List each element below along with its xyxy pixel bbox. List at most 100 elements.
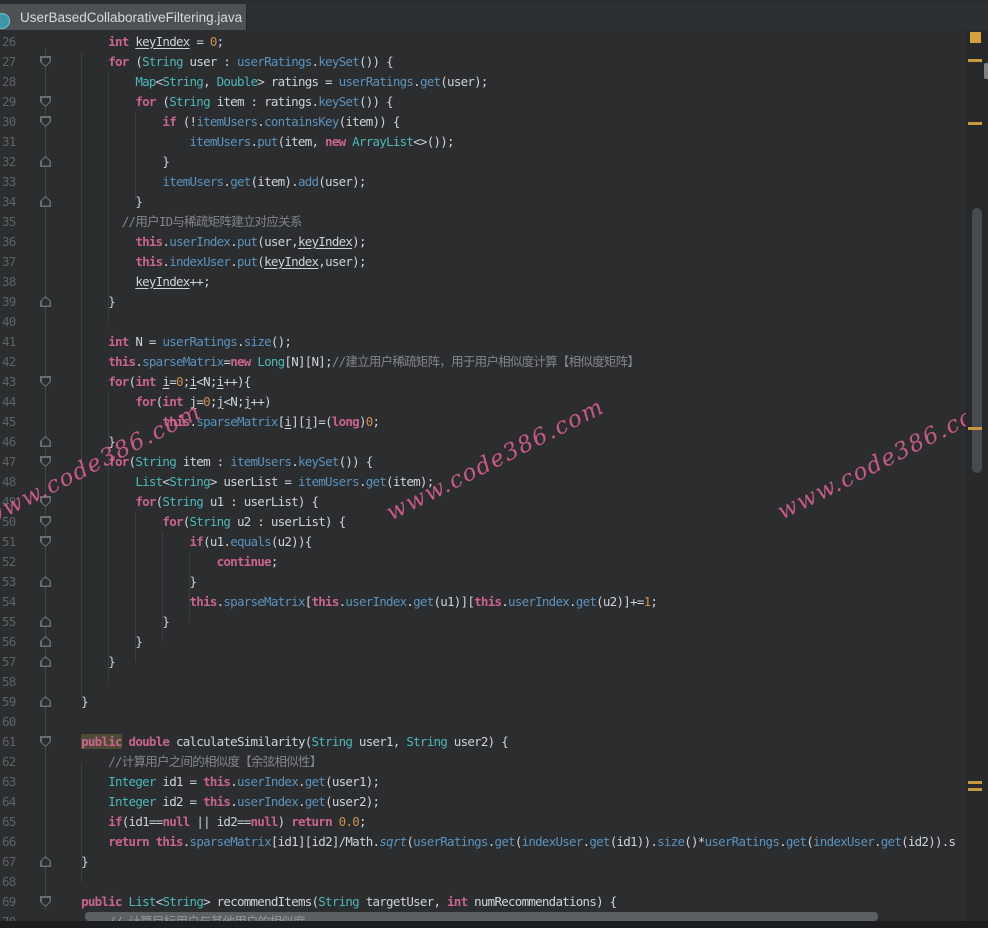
line-number[interactable]: 32	[2, 152, 16, 172]
code-line[interactable]: for(int j=0;j<N;j++)	[54, 392, 271, 412]
code-line[interactable]: for (String item : ratings.keySet()) {	[54, 92, 393, 112]
warning-stripe-mark[interactable]	[968, 781, 982, 784]
line-number[interactable]: 38	[2, 272, 16, 292]
line-number[interactable]: 40	[2, 312, 16, 332]
code-line[interactable]: this.sparseMatrix[i][j]=(long)0;	[54, 412, 379, 432]
fold-end-icon[interactable]	[40, 576, 51, 587]
code-line[interactable]: itemUsers.get(item).add(user);	[54, 172, 366, 192]
line-number[interactable]: 50	[2, 512, 16, 532]
code-line[interactable]: for(int i=0;i<N;i++){	[54, 372, 251, 392]
line-number[interactable]: 53	[2, 572, 16, 592]
line-number[interactable]: 48	[2, 472, 16, 492]
code-line[interactable]: return this.sparseMatrix[id1][id2]/Math.…	[54, 832, 955, 852]
inspections-indicator-square[interactable]	[970, 32, 981, 43]
code-line[interactable]: //用户ID与稀疏矩阵建立对应关系	[54, 212, 302, 232]
code-line[interactable]: Integer id2 = this.userIndex.get(user2);	[54, 792, 379, 812]
code-line[interactable]: this.indexUser.put(keyIndex,user);	[54, 252, 366, 272]
tab-userbasedcollaborativefiltering[interactable]: UserBasedCollaborativeFiltering.java ×	[0, 4, 246, 30]
line-number[interactable]: 55	[2, 612, 16, 632]
fold-end-icon[interactable]	[40, 636, 51, 647]
code-line[interactable]: }	[54, 632, 142, 652]
fold-end-icon[interactable]	[40, 616, 51, 627]
code-line[interactable]: public List<String> recommendItems(Strin…	[54, 892, 616, 912]
code-line[interactable]: }	[54, 612, 169, 632]
line-number[interactable]: 31	[2, 132, 16, 152]
error-stripe[interactable]	[966, 30, 988, 928]
code-line[interactable]: }	[54, 292, 115, 312]
line-number[interactable]: 46	[2, 432, 16, 452]
code-line[interactable]: itemUsers.put(item, new ArrayList<>());	[54, 132, 454, 152]
mini-scrollbar-thumb[interactable]	[984, 63, 988, 79]
code-line[interactable]: this.sparseMatrix[this.userIndex.get(u1)…	[54, 592, 657, 612]
fold-end-icon[interactable]	[40, 156, 51, 167]
code-line[interactable]: Integer id1 = this.userIndex.get(user1);	[54, 772, 379, 792]
line-number[interactable]: 44	[2, 392, 16, 412]
code-line[interactable]: for(String item : itemUsers.keySet()) {	[54, 452, 373, 472]
fold-collapse-icon[interactable]	[40, 116, 51, 127]
line-number[interactable]: 56	[2, 632, 16, 652]
fold-collapse-icon[interactable]	[40, 536, 51, 547]
fold-collapse-icon[interactable]	[40, 736, 51, 747]
line-number[interactable]: 65	[2, 812, 16, 832]
fold-collapse-icon[interactable]	[40, 896, 51, 907]
line-number[interactable]: 58	[2, 672, 16, 692]
warning-stripe-mark[interactable]	[968, 788, 982, 791]
line-number[interactable]: 67	[2, 852, 16, 872]
line-number[interactable]: 30	[2, 112, 16, 132]
code-line[interactable]: }	[54, 692, 88, 712]
line-number[interactable]: 39	[2, 292, 16, 312]
line-number[interactable]: 61	[2, 732, 16, 752]
code-line[interactable]: int N = userRatings.size();	[54, 332, 291, 352]
line-number[interactable]: 54	[2, 592, 16, 612]
line-number[interactable]: 47	[2, 452, 16, 472]
line-number[interactable]: 64	[2, 792, 16, 812]
line-number[interactable]: 52	[2, 552, 16, 572]
code-line[interactable]: }	[54, 192, 142, 212]
code-line[interactable]: continue;	[54, 552, 278, 572]
code-line[interactable]: }	[54, 572, 196, 592]
fold-collapse-icon[interactable]	[40, 56, 51, 67]
line-number[interactable]: 36	[2, 232, 16, 252]
fold-collapse-icon[interactable]	[40, 496, 51, 507]
horizontal-scrollbar-thumb[interactable]	[85, 912, 878, 921]
code-line[interactable]: //计算用户之间的相似度【余弦相似性】	[54, 752, 322, 772]
line-number[interactable]: 26	[2, 32, 16, 52]
code-line[interactable]: this.userIndex.put(user,keyIndex);	[54, 232, 366, 252]
line-number[interactable]: 37	[2, 252, 16, 272]
fold-end-icon[interactable]	[40, 856, 51, 867]
fold-end-icon[interactable]	[40, 296, 51, 307]
code-editor[interactable]: 2627282930313233343536373839404142434445…	[0, 30, 988, 928]
line-number[interactable]: 29	[2, 92, 16, 112]
fold-collapse-icon[interactable]	[40, 516, 51, 527]
fold-end-icon[interactable]	[40, 436, 51, 447]
line-number[interactable]: 27	[2, 52, 16, 72]
line-number[interactable]: 66	[2, 832, 16, 852]
fold-end-icon[interactable]	[40, 656, 51, 667]
code-line[interactable]: if(id1==null || id2==null) return 0.0;	[54, 812, 366, 832]
line-number[interactable]: 60	[2, 712, 16, 732]
code-line[interactable]: for (String user : userRatings.keySet())…	[54, 52, 393, 72]
code-line[interactable]: }	[54, 152, 169, 172]
line-number[interactable]: 62	[2, 752, 16, 772]
code-line[interactable]: int keyIndex = 0;	[54, 32, 223, 52]
line-number[interactable]: 57	[2, 652, 16, 672]
fold-collapse-icon[interactable]	[40, 96, 51, 107]
warning-stripe-mark[interactable]	[968, 59, 982, 62]
code-line[interactable]: Map<String, Double> ratings = userRating…	[54, 72, 488, 92]
code-line[interactable]: public double calculateSimilarity(String…	[54, 732, 508, 752]
line-number[interactable]: 45	[2, 412, 16, 432]
line-number[interactable]: 63	[2, 772, 16, 792]
code-line[interactable]: for(String u1 : userList) {	[54, 492, 318, 512]
line-number[interactable]: 42	[2, 352, 16, 372]
line-number[interactable]: 34	[2, 192, 16, 212]
code-line[interactable]: List<String> userList = itemUsers.get(it…	[54, 472, 433, 492]
code-line[interactable]: }	[54, 852, 88, 872]
fold-collapse-icon[interactable]	[40, 376, 51, 387]
line-number[interactable]: 69	[2, 892, 16, 912]
line-number[interactable]: 49	[2, 492, 16, 512]
fold-collapse-icon[interactable]	[40, 456, 51, 467]
code-line[interactable]: if(u1.equals(u2)){	[54, 532, 312, 552]
fold-end-icon[interactable]	[40, 196, 51, 207]
code-line[interactable]: }	[54, 432, 115, 452]
line-number[interactable]: 33	[2, 172, 16, 192]
